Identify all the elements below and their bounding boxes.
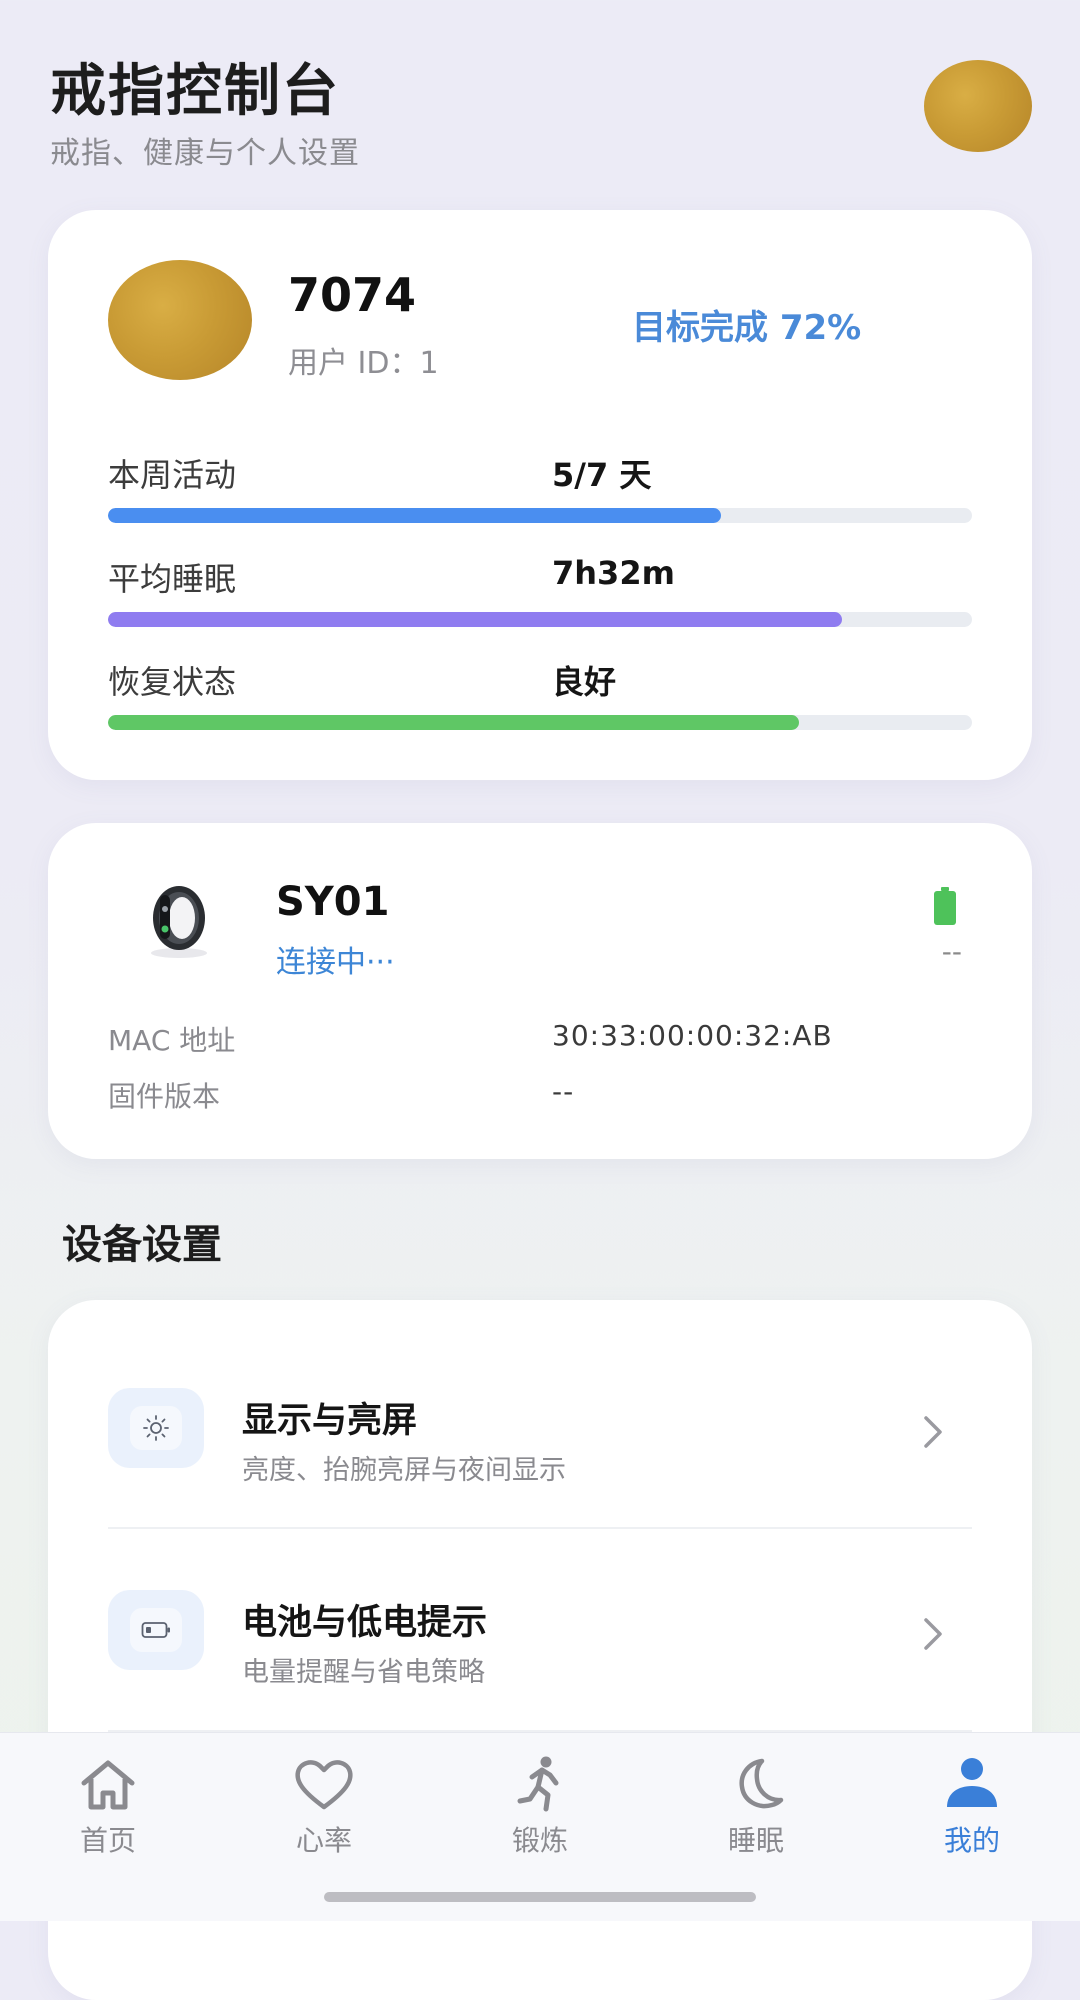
- setting-display-brightness[interactable]: 显示与亮屏 亮度、抬腕亮屏与夜间显示: [48, 1348, 1032, 1548]
- profile-name: 7074: [288, 268, 417, 322]
- nav-item-profile[interactable]: 我的: [864, 1755, 1080, 1865]
- setting-icon-bg: [108, 1388, 204, 1468]
- progress-track: [108, 508, 972, 523]
- stat-value: 7h32m: [552, 554, 675, 592]
- battery-level: --: [941, 935, 962, 968]
- stat-value: 5/7 天: [552, 456, 652, 494]
- progress-track: [108, 612, 972, 627]
- progress-track: [108, 715, 972, 730]
- profile-user-id: 用户 ID：1: [288, 346, 439, 381]
- setting-battery-low-power[interactable]: 电池与低电提示 电量提醒与省电策略: [48, 1550, 1032, 1750]
- setting-subtitle: 亮度、抬腕亮屏与夜间显示: [242, 1455, 566, 1486]
- nav-label: 睡眠: [727, 1824, 784, 1857]
- running-icon: [517, 1756, 559, 1812]
- profile-avatar[interactable]: [108, 260, 252, 380]
- battery-icon: [141, 1622, 170, 1638]
- page-title: 戒指控制台: [50, 59, 340, 124]
- ring-icon: [151, 886, 207, 958]
- nav-item-home[interactable]: 首页: [0, 1755, 216, 1865]
- device-name: SY01: [276, 879, 390, 925]
- progress-fill: [108, 508, 722, 523]
- setting-icon-bg: [108, 1590, 204, 1670]
- setting-subtitle: 电量提醒与省电策略: [242, 1657, 485, 1688]
- moon-icon: [739, 1758, 784, 1809]
- chevron-right-icon: [924, 1416, 942, 1448]
- firmware-label: 固件版本: [108, 1080, 221, 1113]
- mac-value: 30:33:00:00:32:AB: [552, 1019, 833, 1052]
- setting-title: 显示与亮屏: [242, 1401, 418, 1441]
- chevron-right-icon: [924, 1618, 942, 1650]
- person-icon: [947, 1758, 997, 1807]
- progress-fill: [108, 612, 843, 627]
- setting-title: 电池与低电提示: [242, 1603, 488, 1643]
- mac-label: MAC 地址: [108, 1024, 236, 1057]
- progress-fill: [108, 715, 800, 730]
- device-connection-status: 连接中···: [276, 945, 395, 980]
- battery-icon: [934, 887, 956, 925]
- stat-label: 平均睡眠: [108, 560, 237, 598]
- divider: [108, 1527, 972, 1529]
- home-icon: [81, 1760, 135, 1810]
- nav-label: 首页: [79, 1824, 136, 1857]
- stat-label: 本周活动: [108, 456, 237, 494]
- home-indicator[interactable]: [324, 1892, 756, 1902]
- nav-item-sleep[interactable]: 睡眠: [648, 1755, 864, 1865]
- nav-label: 锻炼: [511, 1824, 568, 1857]
- firmware-value: --: [552, 1075, 575, 1108]
- device-card[interactable]: SY01 连接中··· -- MAC 地址 30:33:00:00:32:AB …: [48, 823, 1032, 1159]
- page-subtitle: 戒指、健康与个人设置: [50, 136, 360, 171]
- sun-icon: [143, 1415, 169, 1441]
- heart-icon: [295, 1760, 353, 1810]
- section-title-device-settings: 设备设置: [62, 1222, 222, 1268]
- goal-completion: 目标完成 72%: [632, 308, 862, 348]
- header-avatar[interactable]: [924, 60, 1032, 152]
- stat-value: 良好: [552, 663, 617, 701]
- nav-label: 我的: [943, 1824, 1000, 1857]
- nav-item-heart-rate[interactable]: 心率: [216, 1755, 432, 1865]
- nav-label: 心率: [295, 1824, 352, 1857]
- stat-label: 恢复状态: [108, 663, 237, 701]
- nav-item-workout[interactable]: 锻炼: [432, 1755, 648, 1865]
- profile-card: 7074 用户 ID：1 目标完成 72% 本周活动 5/7 天 平均睡眠 7h…: [48, 210, 1032, 780]
